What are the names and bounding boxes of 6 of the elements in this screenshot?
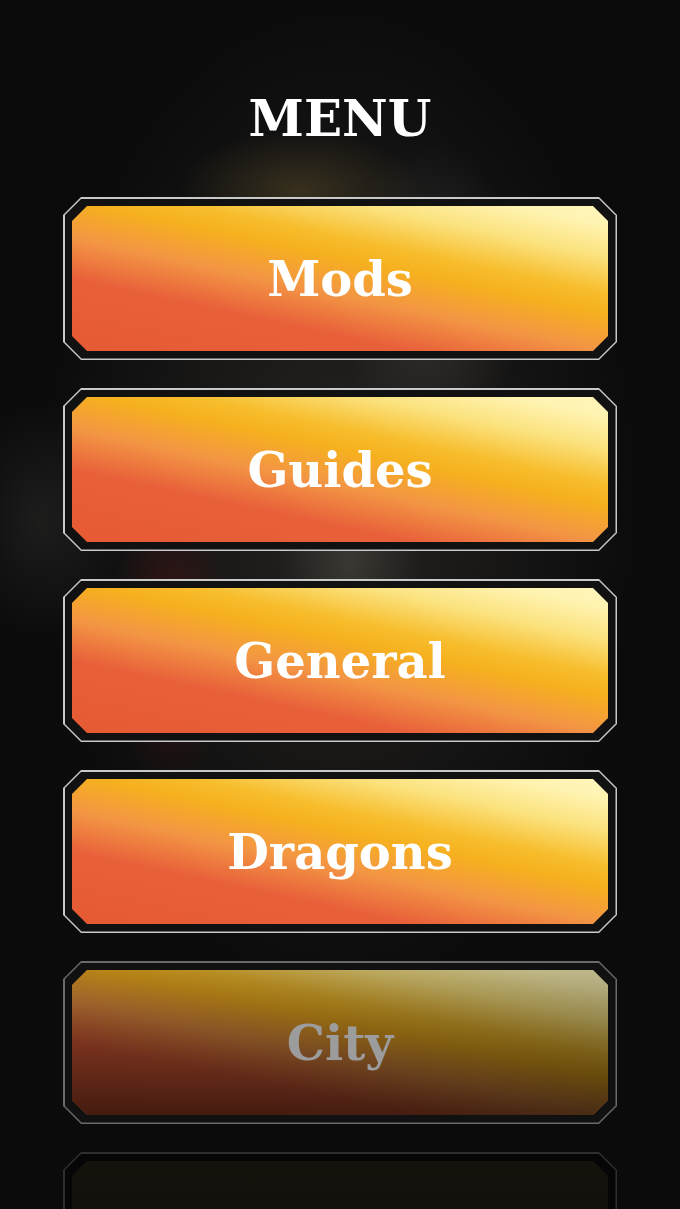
menu-button[interactable]: General — [63, 579, 617, 742]
menu-button[interactable]: City — [63, 961, 617, 1124]
menu-button[interactable]: Guides — [63, 388, 617, 551]
menu-button[interactable]: Dragons — [63, 770, 617, 933]
menu-title: MENU — [248, 89, 432, 149]
menu-button[interactable]: Mods — [63, 197, 617, 360]
